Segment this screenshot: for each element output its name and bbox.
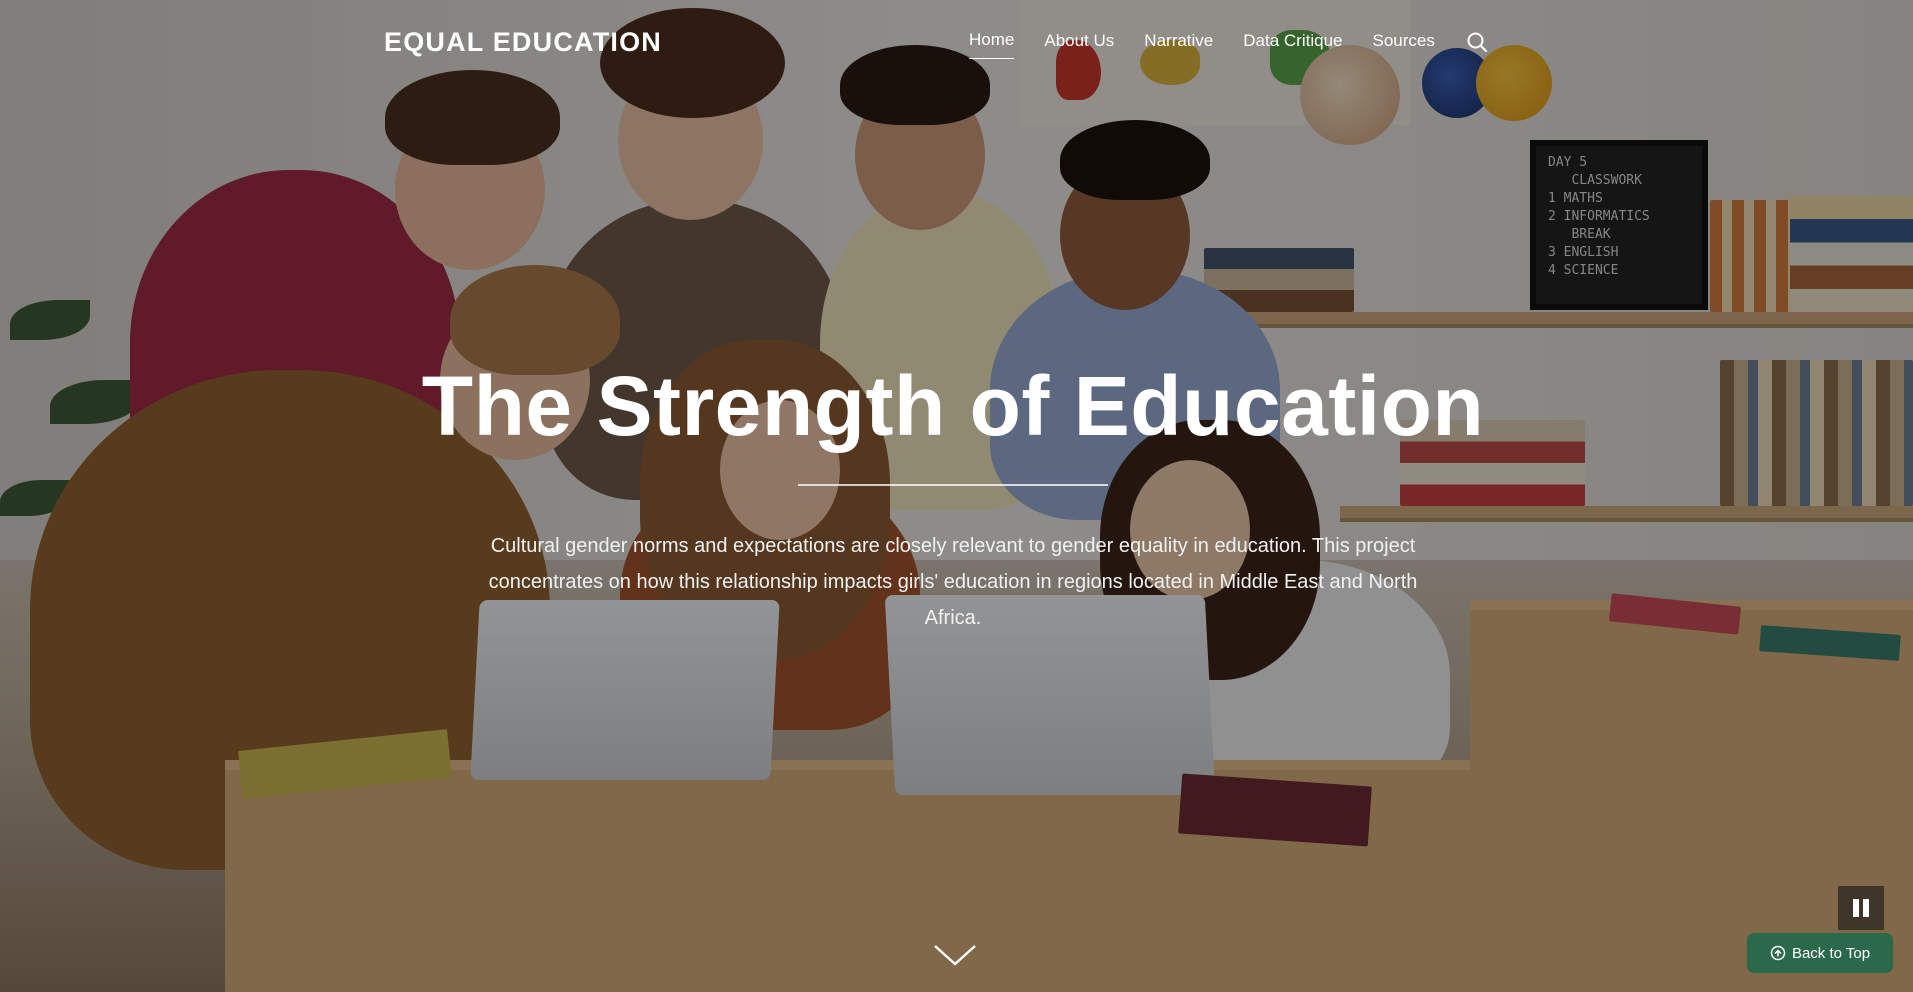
- arrow-up-circle-icon: [1770, 945, 1786, 961]
- nav-data-critique[interactable]: Data Critique: [1243, 31, 1342, 59]
- main-navigation: Home About Us Narrative Data Critique So…: [969, 30, 1489, 59]
- back-to-top-button[interactable]: Back to Top: [1747, 933, 1893, 973]
- site-title[interactable]: EQUAL EDUCATION: [384, 27, 662, 58]
- back-to-top-label: Back to Top: [1791, 944, 1871, 962]
- pause-icon: [1853, 899, 1859, 917]
- nav-home[interactable]: Home: [969, 30, 1015, 59]
- chevron-down-icon: [934, 945, 976, 966]
- search-button[interactable]: [1465, 30, 1489, 54]
- nav-narrative[interactable]: Narrative: [1144, 31, 1213, 59]
- hero-title: The Strength of Education: [421, 359, 1485, 453]
- hero-dark-overlay: [0, 0, 1913, 992]
- pause-icon: [1863, 899, 1869, 917]
- pause-video-button[interactable]: [1838, 886, 1884, 930]
- scroll-down-button[interactable]: [932, 942, 978, 968]
- search-icon: [1467, 32, 1487, 52]
- hero-description: Cultural gender norms and expectations a…: [488, 535, 1418, 629]
- nav-about-us[interactable]: About Us: [1044, 31, 1114, 59]
- hero-divider: [798, 484, 1108, 486]
- nav-sources[interactable]: Sources: [1372, 31, 1434, 59]
